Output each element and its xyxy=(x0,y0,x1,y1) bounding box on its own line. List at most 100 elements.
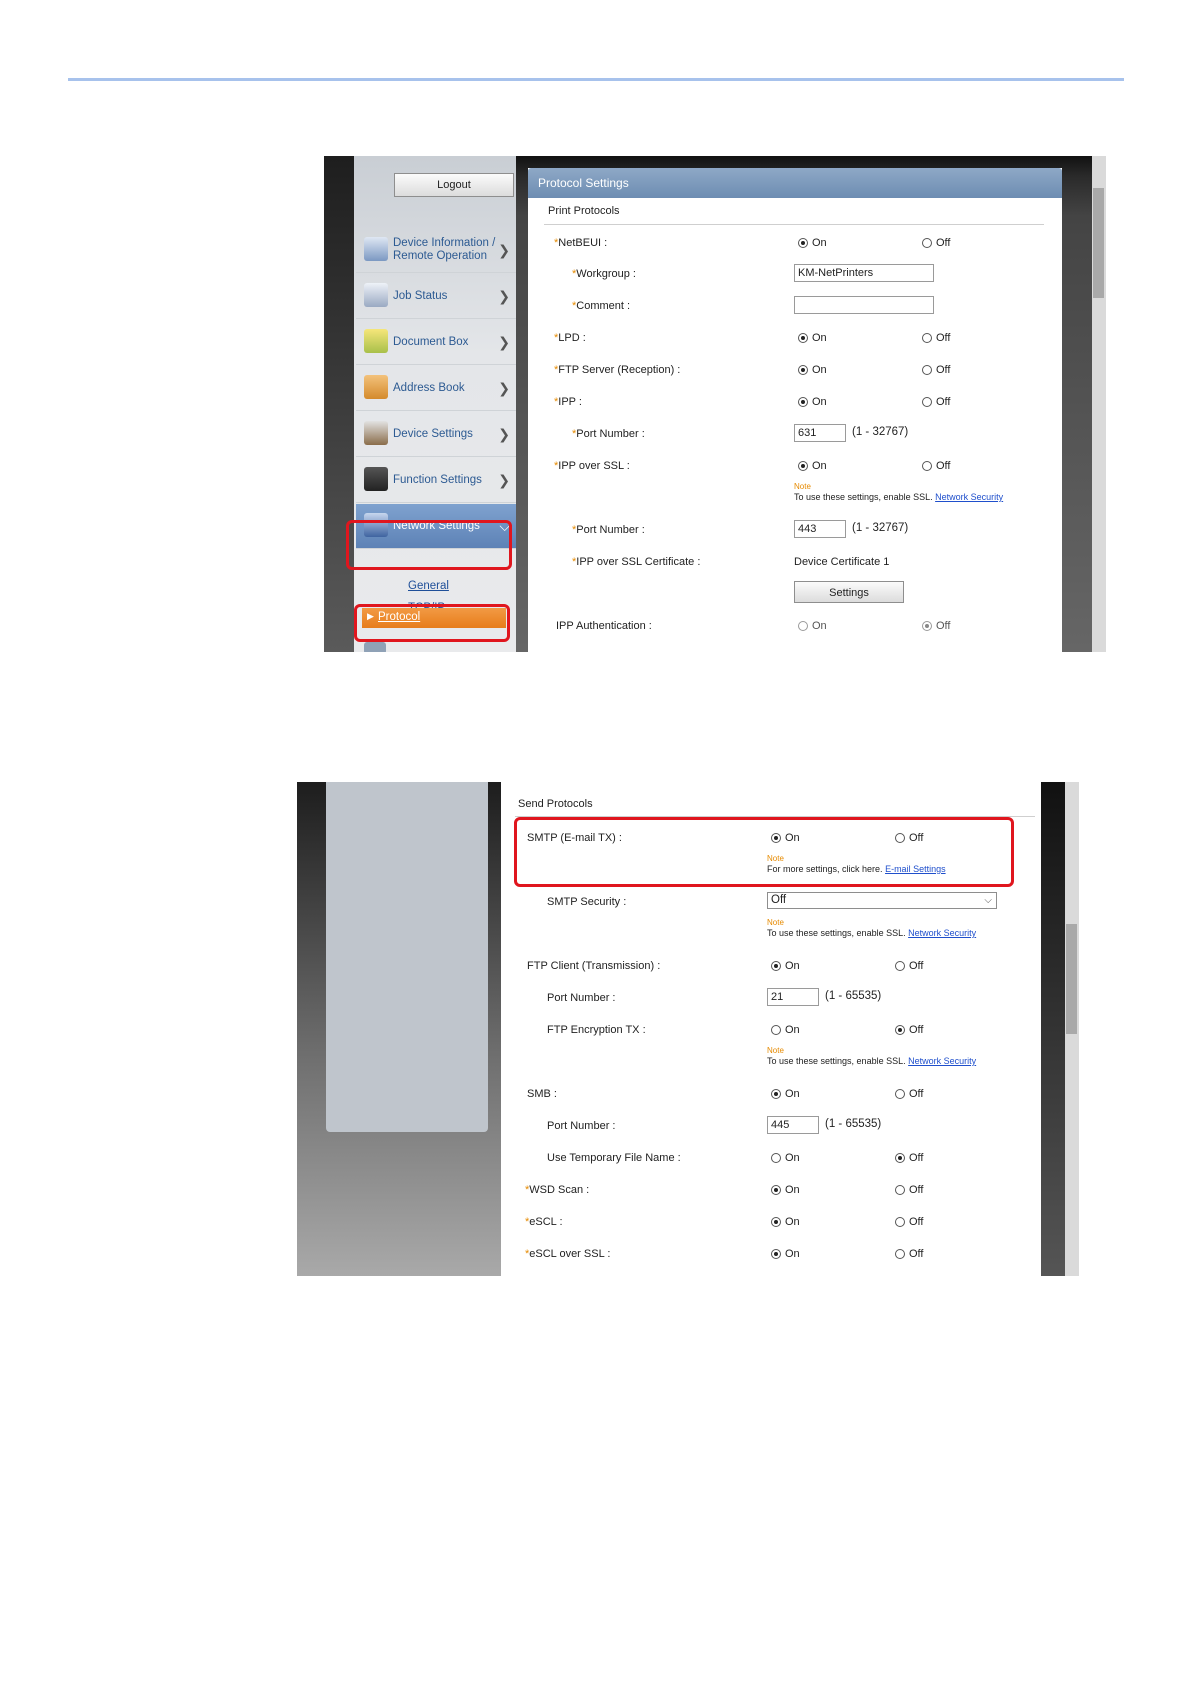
device-info-icon xyxy=(364,237,388,261)
smb-port-input[interactable]: 445 xyxy=(767,1116,819,1134)
network-security-link[interactable]: Network Security xyxy=(908,928,976,938)
smb-off-radio[interactable]: Off xyxy=(895,1088,923,1100)
sidebar-panel xyxy=(326,782,488,1132)
scrollbar-thumb[interactable] xyxy=(1066,924,1077,1034)
comment-input[interactable] xyxy=(794,296,934,314)
smb-port-label: Port Number : xyxy=(547,1120,616,1132)
netbeui-off-radio[interactable]: Off xyxy=(922,237,950,249)
smb-label: SMB : xyxy=(527,1088,557,1100)
ipp-port-range: (1 - 32767) xyxy=(852,426,909,438)
ftp-port-label: Port Number : xyxy=(547,992,616,1004)
sidebar: Logout Device Information / Remote Opera… xyxy=(354,156,516,652)
network-security-link[interactable]: Network Security xyxy=(935,492,1003,502)
scrollbar[interactable] xyxy=(1065,782,1079,1276)
ftp-server-off-radio[interactable]: Off xyxy=(922,364,950,376)
lpd-off-radio[interactable]: Off xyxy=(922,332,950,344)
escl-off-radio[interactable]: Off xyxy=(895,1216,923,1228)
netbeui-label: *NetBEUI : xyxy=(554,237,608,249)
ipp-port-input[interactable]: 631 xyxy=(794,424,846,442)
sidebar-item-label: Device Settings xyxy=(393,427,473,440)
ftp-client-on-radio[interactable]: On xyxy=(771,960,800,972)
ipp-auth-on-radio[interactable]: On xyxy=(798,620,827,632)
ipp-port-label: *Port Number : xyxy=(572,428,645,440)
window-left-edge xyxy=(324,156,354,652)
sidebar-item-device-settings[interactable]: Device Settings ❯ xyxy=(356,412,516,457)
lpd-on-radio[interactable]: On xyxy=(798,332,827,344)
send-protocols-screenshot: Send Protocols SMTP (E-mail TX) : On Off… xyxy=(297,782,1079,1276)
note-heading: Note xyxy=(767,1046,784,1055)
smb-port-range: (1 - 65535) xyxy=(825,1118,882,1130)
escl-ssl-on-radio[interactable]: On xyxy=(771,1248,800,1260)
sidebar-subitem-general[interactable]: General xyxy=(408,580,449,592)
send-protocols-heading: Send Protocols xyxy=(518,798,593,810)
ftp-server-on-radio[interactable]: On xyxy=(798,364,827,376)
scrollbar-thumb[interactable] xyxy=(1093,188,1104,298)
ipp-off-radio[interactable]: Off xyxy=(922,396,950,408)
smb-on-radio[interactable]: On xyxy=(771,1088,800,1100)
workgroup-input[interactable]: KM-NetPrinters xyxy=(794,264,934,282)
chevron-right-icon: ❯ xyxy=(498,242,510,258)
ftp-encryption-on-radio[interactable]: On xyxy=(771,1024,800,1036)
escl-ssl-off-radio[interactable]: Off xyxy=(895,1248,923,1260)
ssl-port-range: (1 - 32767) xyxy=(852,522,909,534)
smtp-security-select[interactable]: Off ⌵ xyxy=(767,892,997,909)
temp-file-on-radio[interactable]: On xyxy=(771,1152,800,1164)
ipp-ssl-off-radio[interactable]: Off xyxy=(922,460,950,472)
escl-ssl-label: *eSCL over SSL : xyxy=(525,1248,611,1260)
sidebar-item-address-book[interactable]: Address Book ❯ xyxy=(356,366,516,411)
scrollbar[interactable] xyxy=(1092,156,1106,652)
wsd-scan-off-radio[interactable]: Off xyxy=(895,1184,923,1196)
highlight-network-settings xyxy=(346,520,512,570)
ssl-note: To use these settings, enable SSL. Netwo… xyxy=(767,928,977,938)
protocol-settings-panel: Protocol Settings Print Protocols *NetBE… xyxy=(528,168,1062,652)
network-security-link[interactable]: Network Security xyxy=(908,1056,976,1066)
sidebar-item-document-box[interactable]: Document Box ❯ xyxy=(356,320,516,365)
chevron-down-icon: ⌵ xyxy=(984,895,992,906)
chevron-right-icon: ❯ xyxy=(498,426,510,442)
workgroup-label: *Workgroup : xyxy=(572,268,636,280)
temp-file-off-radio[interactable]: Off xyxy=(895,1152,923,1164)
ssl-port-input[interactable]: 443 xyxy=(794,520,846,538)
protocol-settings-screenshot: Logout Device Information / Remote Opera… xyxy=(324,156,1106,652)
wsd-scan-on-radio[interactable]: On xyxy=(771,1184,800,1196)
smtp-security-label: SMTP Security : xyxy=(547,896,627,908)
section-divider xyxy=(544,224,1044,225)
sidebar-item-label: Job Status xyxy=(393,289,448,302)
function-settings-icon xyxy=(364,467,388,491)
settings-button[interactable]: Settings xyxy=(794,581,904,603)
ssl-note: To use these settings, enable SSL. Netwo… xyxy=(794,492,1004,502)
wsd-scan-label: *WSD Scan : xyxy=(525,1184,590,1196)
sidebar-item-job-status[interactable]: Job Status ❯ xyxy=(356,274,516,319)
ipp-ssl-on-radio[interactable]: On xyxy=(798,460,827,472)
page-top-rule xyxy=(68,78,1124,81)
ftp-server-label: *FTP Server (Reception) : xyxy=(554,364,681,376)
ipp-label: *IPP : xyxy=(554,396,582,408)
ftp-port-range: (1 - 65535) xyxy=(825,990,882,1002)
next-menu-icon xyxy=(364,642,386,652)
ipp-auth-off-radio[interactable]: Off xyxy=(922,620,950,632)
sidebar-item-label: Address Book xyxy=(393,381,465,394)
note-heading: Note xyxy=(767,918,784,927)
address-book-icon xyxy=(364,375,388,399)
sidebar-item-device-information[interactable]: Device Information / Remote Operation ❯ xyxy=(356,228,516,273)
sidebar-item-label: Function Settings xyxy=(393,473,482,486)
print-protocols-heading: Print Protocols xyxy=(548,205,620,217)
comment-label: *Comment : xyxy=(572,300,631,312)
escl-on-radio[interactable]: On xyxy=(771,1216,800,1228)
ssl-cert-value: Device Certificate 1 xyxy=(794,556,890,568)
ipp-ssl-label: *IPP over SSL : xyxy=(554,460,630,472)
logout-button[interactable]: Logout xyxy=(394,173,514,197)
note-heading: Note xyxy=(794,482,811,491)
ipp-on-radio[interactable]: On xyxy=(798,396,827,408)
window-right-edge xyxy=(1041,782,1065,1276)
job-status-icon xyxy=(364,283,388,307)
ftp-encryption-off-radio[interactable]: Off xyxy=(895,1024,923,1036)
ftp-encryption-label: FTP Encryption TX : xyxy=(547,1024,646,1036)
sidebar-item-function-settings[interactable]: Function Settings ❯ xyxy=(356,458,516,503)
highlight-protocol xyxy=(354,604,510,642)
escl-label: *eSCL : xyxy=(525,1216,563,1228)
chevron-right-icon: ❯ xyxy=(498,380,510,396)
netbeui-on-radio[interactable]: On xyxy=(798,237,827,249)
ftp-client-off-radio[interactable]: Off xyxy=(895,960,923,972)
ftp-port-input[interactable]: 21 xyxy=(767,988,819,1006)
